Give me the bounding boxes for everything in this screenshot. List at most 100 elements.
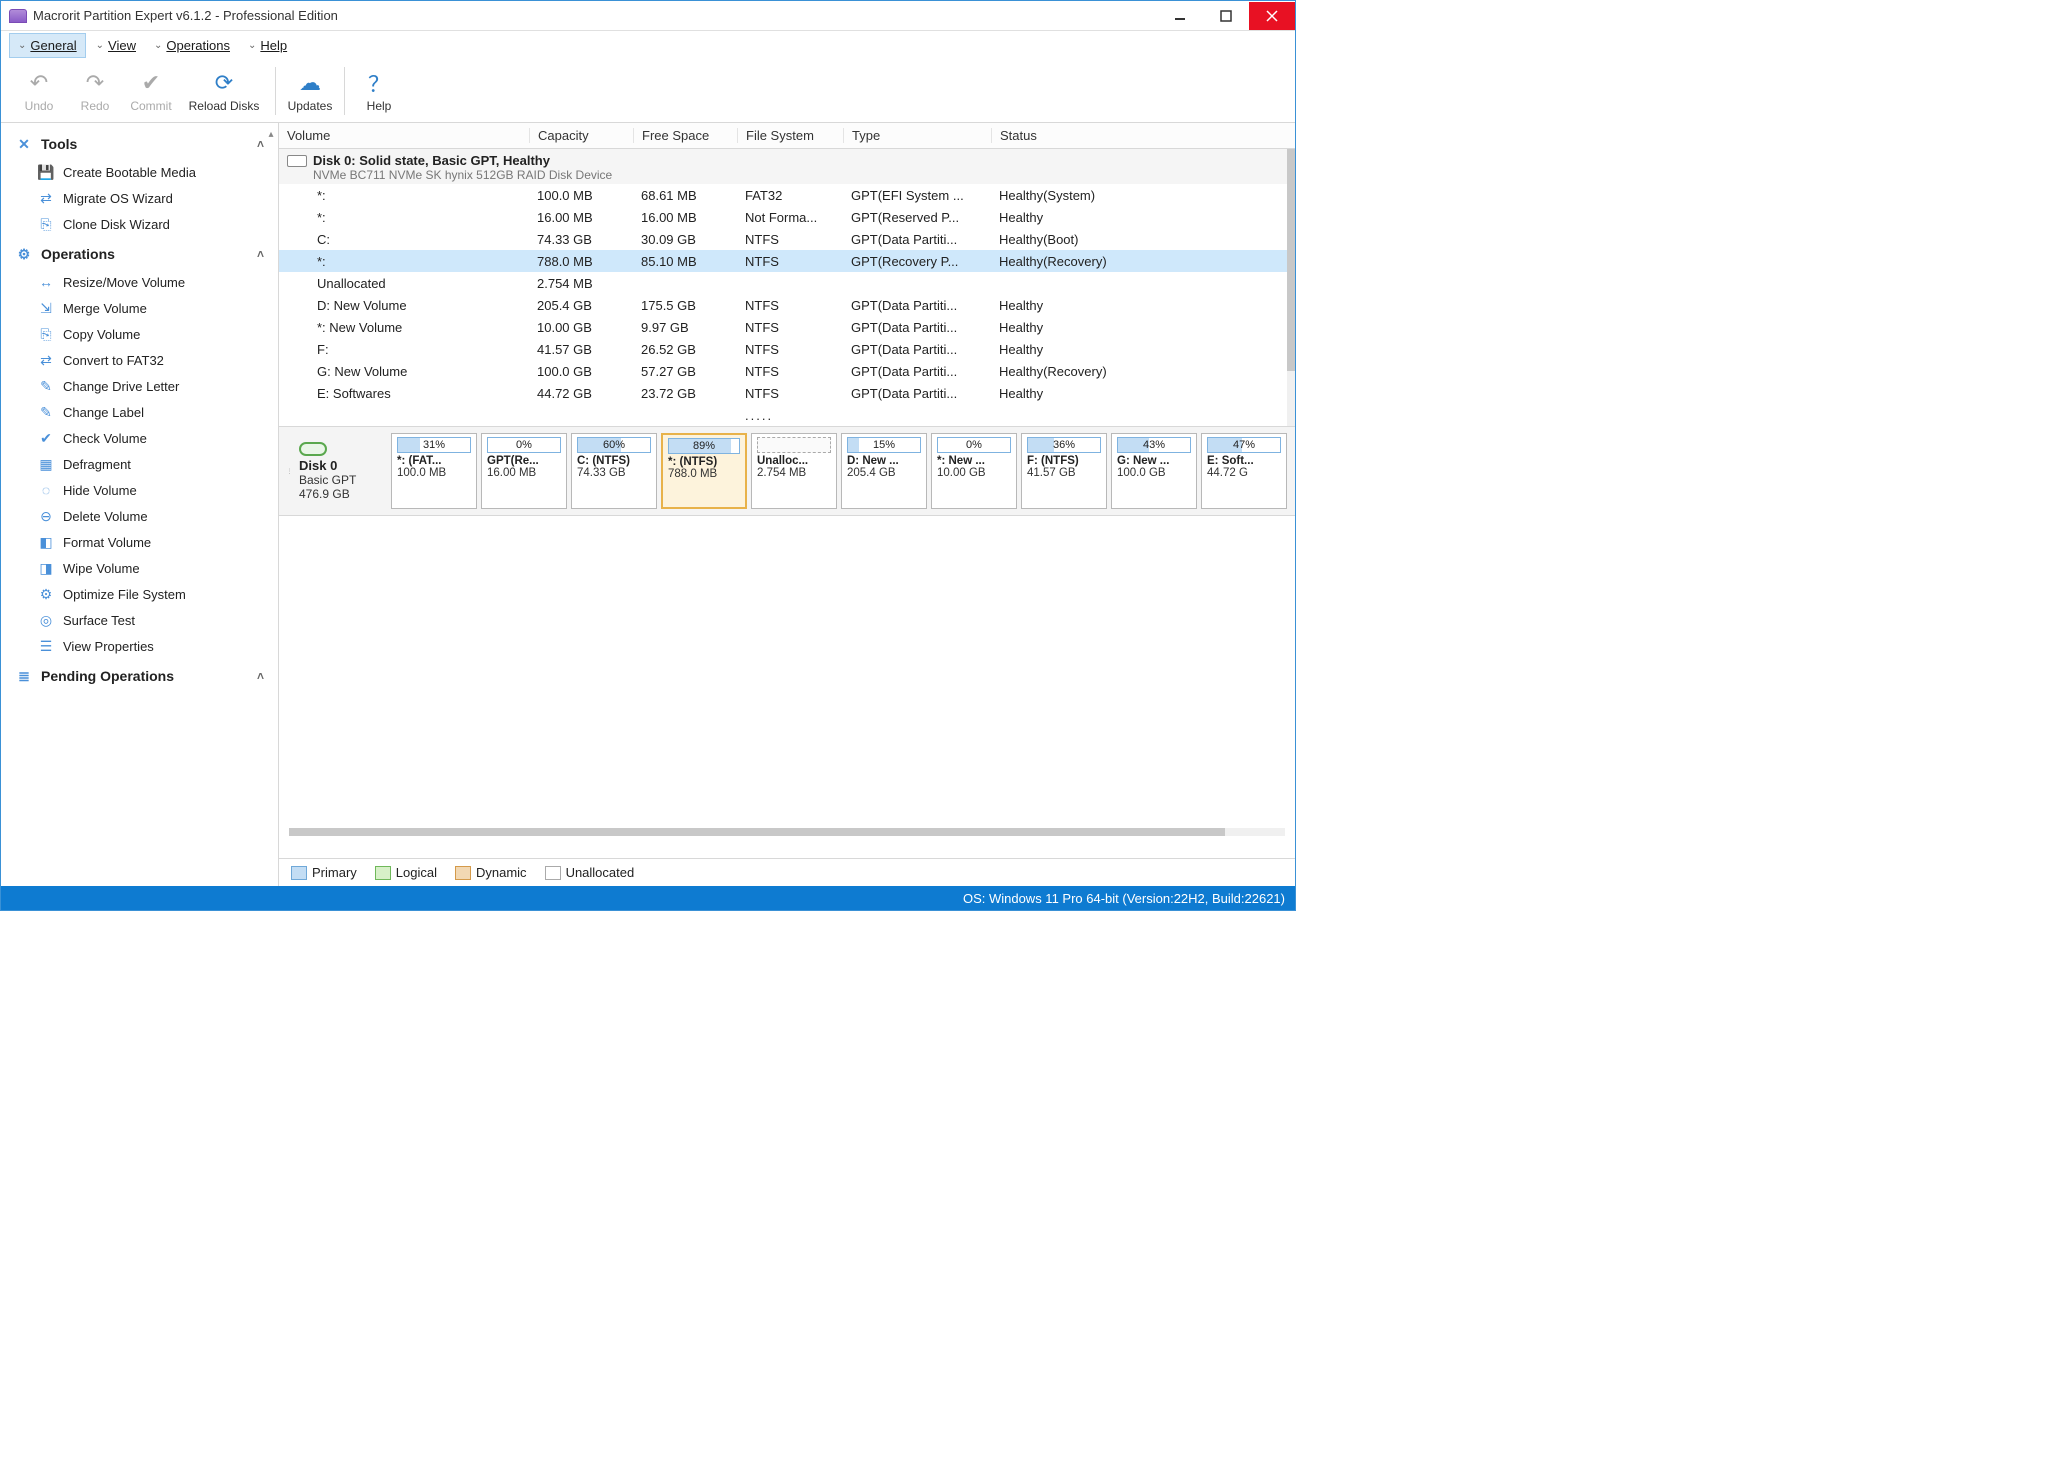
horizontal-scrollbar[interactable] bbox=[289, 828, 1285, 836]
sidebar-item[interactable]: ◧Format Volume bbox=[1, 529, 278, 555]
table-row[interactable]: ..... bbox=[279, 404, 1295, 426]
sidebar-item[interactable]: ☰View Properties bbox=[1, 633, 278, 659]
sidebar-item-label: Migrate OS Wizard bbox=[63, 191, 173, 206]
cell-filesystem: NTFS bbox=[737, 364, 843, 379]
partition-tile[interactable]: 60%C: (NTFS)74.33 GB bbox=[571, 433, 657, 509]
table-row[interactable]: *:788.0 MB85.10 MBNTFSGPT(Recovery P...H… bbox=[279, 250, 1295, 272]
sidebar-item[interactable]: ⇄Convert to FAT32 bbox=[1, 347, 278, 373]
usage-pct: 31% bbox=[423, 439, 445, 451]
disk-group-header[interactable]: Disk 0: Solid state, Basic GPT, Healthy … bbox=[279, 149, 1295, 184]
sidebar-item[interactable]: ⎘Clone Disk Wizard bbox=[1, 211, 278, 237]
sidebar-item[interactable]: ◌Hide Volume bbox=[1, 477, 278, 503]
sidebar-group-operations[interactable]: ⚙ Operations ˄ bbox=[1, 237, 278, 269]
main-area: ▴ ✕ Tools ˄ 💾Create Bootable Media⇄Migra… bbox=[1, 123, 1295, 886]
table-row[interactable]: D: New Volume205.4 GB175.5 GBNTFSGPT(Dat… bbox=[279, 294, 1295, 316]
minimize-button[interactable] bbox=[1157, 2, 1203, 30]
col-volume[interactable]: Volume bbox=[279, 128, 529, 143]
sidebar-item[interactable]: ✎Change Label bbox=[1, 399, 278, 425]
cell-type: GPT(Recovery P... bbox=[843, 254, 991, 269]
redo-button[interactable]: ↷Redo bbox=[67, 62, 123, 120]
vertical-scrollbar[interactable] bbox=[1287, 149, 1295, 426]
col-capacity[interactable]: Capacity bbox=[529, 128, 633, 143]
col-free[interactable]: Free Space bbox=[633, 128, 737, 143]
col-type[interactable]: Type bbox=[843, 128, 991, 143]
cell-free: 23.72 GB bbox=[633, 386, 737, 401]
partition-tile[interactable]: 89%*: (NTFS)788.0 MB bbox=[661, 433, 747, 509]
sidebar-group-pending[interactable]: ≣ Pending Operations ˄ bbox=[1, 659, 278, 691]
sidebar-group-tools[interactable]: ✕ Tools ˄ bbox=[1, 127, 278, 159]
sidebar-item-label: Change Label bbox=[63, 405, 144, 420]
item-icon: ⚙ bbox=[37, 586, 55, 602]
partition-tile[interactable]: 47%E: Soft...44.72 G bbox=[1201, 433, 1287, 509]
close-button[interactable] bbox=[1249, 2, 1295, 30]
cell-free: 26.52 GB bbox=[633, 342, 737, 357]
item-icon: ⊖ bbox=[37, 508, 55, 524]
commit-button[interactable]: ✔Commit bbox=[123, 62, 179, 120]
table-row[interactable]: G: New Volume100.0 GB57.27 GBNTFSGPT(Dat… bbox=[279, 360, 1295, 382]
scroll-up-icon[interactable]: ▴ bbox=[266, 127, 276, 141]
maximize-button[interactable] bbox=[1203, 2, 1249, 30]
item-icon: ◌ bbox=[37, 482, 55, 498]
content-panel: Volume Capacity Free Space File System T… bbox=[279, 123, 1295, 886]
table-row[interactable]: *: New Volume10.00 GB9.97 GBNTFSGPT(Data… bbox=[279, 316, 1295, 338]
sidebar-item[interactable]: ◨Wipe Volume bbox=[1, 555, 278, 581]
table-row[interactable]: E: Softwares44.72 GB23.72 GBNTFSGPT(Data… bbox=[279, 382, 1295, 404]
col-filesystem[interactable]: File System bbox=[737, 128, 843, 143]
cell-capacity: 100.0 GB bbox=[529, 364, 633, 379]
partition-tile[interactable]: 0%GPT(Re...16.00 MB bbox=[481, 433, 567, 509]
usage-pct: 36% bbox=[1053, 439, 1075, 451]
empty-area bbox=[279, 516, 1295, 858]
partition-tile[interactable]: 0%*: New ...10.00 GB bbox=[931, 433, 1017, 509]
sidebar-item[interactable]: ⊖Delete Volume bbox=[1, 503, 278, 529]
cell-free: 9.97 GB bbox=[633, 320, 737, 335]
sidebar-item[interactable]: ✎Change Drive Letter bbox=[1, 373, 278, 399]
partition-tile[interactable]: 15%D: New ...205.4 GB bbox=[841, 433, 927, 509]
sidebar-item-label: View Properties bbox=[63, 639, 154, 654]
sidebar: ▴ ✕ Tools ˄ 💾Create Bootable Media⇄Migra… bbox=[1, 123, 279, 886]
table-row[interactable]: *:100.0 MB68.61 MBFAT32GPT(EFI System ..… bbox=[279, 184, 1295, 206]
undo-button[interactable]: ↶Undo bbox=[11, 62, 67, 120]
cell-capacity: 788.0 MB bbox=[529, 254, 633, 269]
sidebar-item-label: Create Bootable Media bbox=[63, 165, 196, 180]
disk-map: ⋮ Disk 0 Basic GPT 476.9 GB 31%*: (FAT..… bbox=[279, 426, 1295, 516]
sidebar-item[interactable]: ▦Defragment bbox=[1, 451, 278, 477]
menu-view[interactable]: ⌄View bbox=[88, 34, 144, 57]
partition-tile[interactable]: Unalloc...2.754 MB bbox=[751, 433, 837, 509]
usage-bar: 89% bbox=[668, 438, 740, 454]
sidebar-item[interactable]: ◎Surface Test bbox=[1, 607, 278, 633]
table-row[interactable]: Unallocated2.754 MB bbox=[279, 272, 1295, 294]
usage-pct: 60% bbox=[603, 439, 625, 451]
help-button[interactable]: ？Help bbox=[351, 62, 407, 120]
partition-tile[interactable]: 36%F: (NTFS)41.57 GB bbox=[1021, 433, 1107, 509]
usage-bar: 31% bbox=[397, 437, 471, 453]
updates-button[interactable]: ☁Updates bbox=[282, 62, 338, 120]
tools-icon: ✕ bbox=[15, 135, 33, 153]
menu-general[interactable]: ⌄General bbox=[9, 33, 86, 58]
sidebar-item[interactable]: ⇄Migrate OS Wizard bbox=[1, 185, 278, 211]
disk-map-info[interactable]: Disk 0 Basic GPT 476.9 GB bbox=[293, 433, 391, 509]
sidebar-item[interactable]: ⎘Copy Volume bbox=[1, 321, 278, 347]
reload-disks-button[interactable]: ⟳Reload Disks bbox=[179, 62, 269, 120]
chevron-up-icon: ˄ bbox=[257, 669, 264, 683]
partition-tile[interactable]: 31%*: (FAT...100.0 MB bbox=[391, 433, 477, 509]
cell-capacity: 205.4 GB bbox=[529, 298, 633, 313]
window-title: Macrorit Partition Expert v6.1.2 - Profe… bbox=[33, 8, 338, 23]
sidebar-item[interactable]: ↔Resize/Move Volume bbox=[1, 269, 278, 295]
table-row[interactable]: C:74.33 GB30.09 GBNTFSGPT(Data Partiti..… bbox=[279, 228, 1295, 250]
sidebar-item[interactable]: ✔Check Volume bbox=[1, 425, 278, 451]
table-row[interactable]: *:16.00 MB16.00 MBNot Forma...GPT(Reserv… bbox=[279, 206, 1295, 228]
col-status[interactable]: Status bbox=[991, 128, 1295, 143]
table-row[interactable]: F:41.57 GB26.52 GBNTFSGPT(Data Partiti..… bbox=[279, 338, 1295, 360]
chevron-down-icon: ⌄ bbox=[18, 40, 26, 51]
usage-bar: 15% bbox=[847, 437, 921, 453]
sidebar-item[interactable]: ⇲Merge Volume bbox=[1, 295, 278, 321]
cell-type: GPT(Data Partiti... bbox=[843, 298, 991, 313]
cell-capacity: 100.0 MB bbox=[529, 188, 633, 203]
sidebar-item[interactable]: 💾Create Bootable Media bbox=[1, 159, 278, 185]
partition-tile[interactable]: 43%G: New ...100.0 GB bbox=[1111, 433, 1197, 509]
app-icon bbox=[9, 9, 27, 23]
sidebar-item[interactable]: ⚙Optimize File System bbox=[1, 581, 278, 607]
splitter-grip[interactable]: ⋮ bbox=[285, 433, 293, 509]
menu-operations[interactable]: ⌄Operations bbox=[146, 34, 238, 57]
menu-help[interactable]: ⌄Help bbox=[240, 34, 295, 57]
